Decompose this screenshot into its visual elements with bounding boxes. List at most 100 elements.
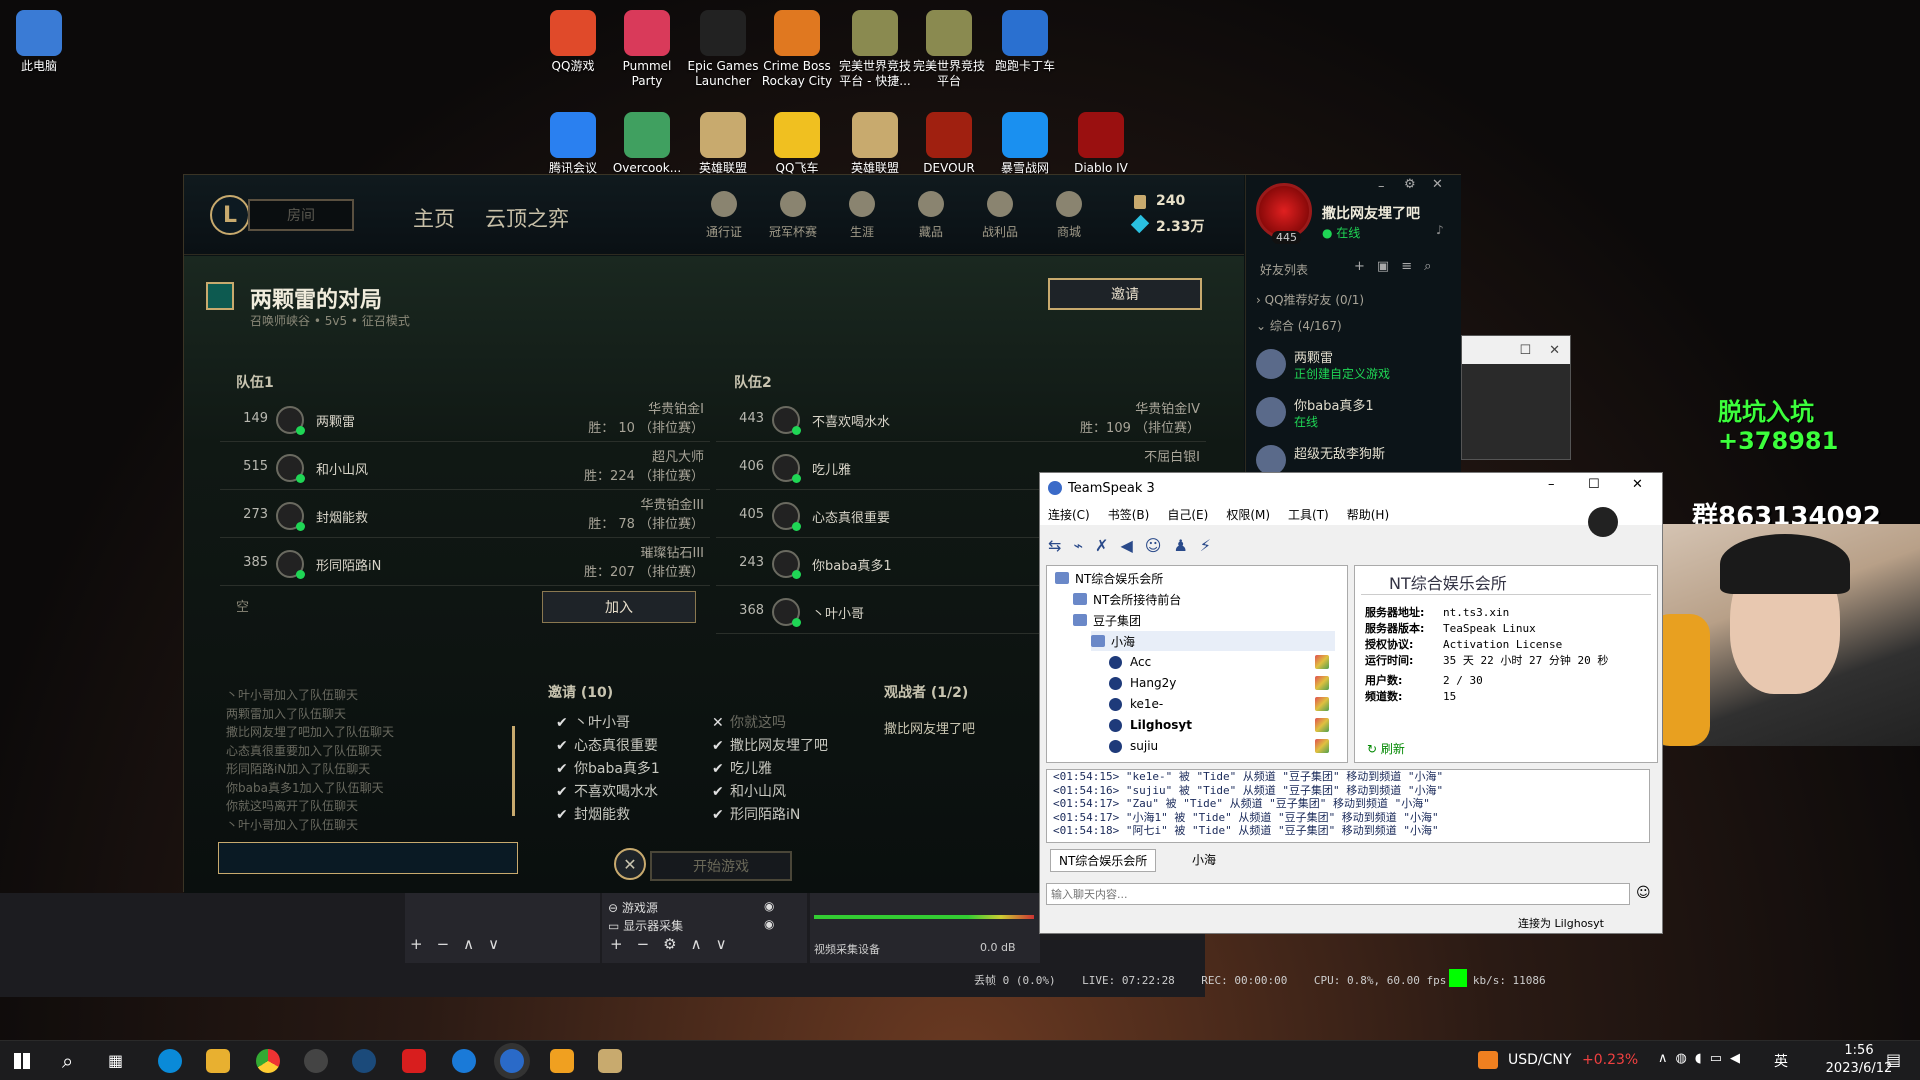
search-icon[interactable]: ⌕ [62, 1049, 73, 1073]
connect-icon[interactable]: ⇆ [1048, 536, 1061, 555]
minimize-icon[interactable]: – [1548, 477, 1555, 492]
friend-item[interactable]: 两颗雷 正创建自定义游戏 [1256, 345, 1452, 391]
tree-server[interactable]: NT综合娱乐会所 [1055, 568, 1335, 588]
mute-speaker-icon[interactable]: ◀ [1120, 536, 1132, 555]
maximize-icon[interactable]: ☐ [1519, 343, 1531, 358]
emoji-icon[interactable]: ☺ [1636, 885, 1651, 901]
minimize-icon[interactable]: – [1378, 179, 1385, 194]
contacts-icon[interactable]: ♟ [1173, 536, 1187, 555]
settings-icon[interactable]: ⚙ [1404, 177, 1416, 192]
teamspeak-task-icon[interactable] [500, 1049, 524, 1073]
player-row[interactable]: 443 不喜欢喝水水 华贵铂金IV 胜：109 （排位赛） [716, 396, 1206, 442]
plugin-icon[interactable]: ⚡ [1200, 536, 1211, 555]
menu-item[interactable]: 帮助(H) [1347, 506, 1389, 523]
join-button[interactable]: 加入 [542, 591, 696, 623]
lol-room-search[interactable]: 房间 [248, 199, 354, 231]
cancel-lobby-button[interactable]: ✕ [614, 848, 646, 880]
edge-icon[interactable] [158, 1049, 182, 1073]
refresh-link[interactable]: ↻ 刷新 [1367, 740, 1405, 757]
desktop-icon[interactable]: Crime Boss Rockay City [758, 10, 836, 89]
nav-profile[interactable]: 生涯 [833, 191, 891, 240]
disconnect-icon[interactable]: ⌁ [1073, 536, 1083, 555]
start-icon[interactable] [14, 1053, 30, 1069]
desktop-icon[interactable]: 英雄联盟 [836, 112, 914, 176]
eye-icon[interactable]: ◉ [764, 899, 774, 913]
desktop-icon[interactable]: QQ飞车 [758, 112, 836, 176]
menu-item[interactable]: 权限(M) [1226, 506, 1270, 523]
nav-trophy[interactable]: 冠军杯赛 [764, 191, 822, 240]
app-icon[interactable] [452, 1049, 476, 1073]
close-icon[interactable]: ✕ [1549, 343, 1560, 358]
lol-logo-icon[interactable]: L [210, 195, 250, 235]
chrome-icon[interactable] [256, 1049, 280, 1073]
menu-item[interactable]: 书签(B) [1108, 506, 1150, 523]
network-icon[interactable]: ◍ [1676, 1051, 1695, 1066]
chat-scrollbar[interactable] [512, 726, 515, 816]
menu-item[interactable]: 连接(C) [1048, 506, 1090, 523]
player-row[interactable]: 515 和小山风 超凡大师 胜：224 （排位赛） [220, 444, 710, 490]
app-icon[interactable] [550, 1049, 574, 1073]
away-icon[interactable]: ☺ [1145, 536, 1162, 555]
desktop-icon[interactable]: Pummel Party [608, 10, 686, 89]
mute-mic-icon[interactable]: ✗ [1095, 536, 1108, 555]
nav-store[interactable]: 商城 [1040, 191, 1098, 240]
nav-collection[interactable]: 藏品 [902, 191, 960, 240]
team-chat-input[interactable] [218, 842, 518, 874]
task-view-icon[interactable]: ▦ [108, 1051, 123, 1070]
friend-group-general[interactable]: ⌄ 综合 (4/167) [1256, 317, 1342, 334]
menu-item[interactable]: 自己(E) [1167, 506, 1208, 523]
desktop-icon[interactable]: 完美世界竞技平台 [910, 10, 988, 89]
close-icon[interactable]: ✕ [1632, 477, 1643, 492]
desktop-icon[interactable]: 腾讯会议 [534, 112, 612, 176]
friend-item[interactable]: 你baba真多1 在线 [1256, 393, 1452, 439]
menu-item[interactable]: 工具(T) [1288, 506, 1329, 523]
ts-tab-server[interactable]: NT综合娱乐会所 [1050, 849, 1157, 872]
netease-icon[interactable] [402, 1049, 426, 1073]
player-row[interactable]: 385 形同陌路iN 璀璨钻石III 胜：207 （排位赛） [220, 540, 710, 586]
desktop-icon[interactable]: 跑跑卡丁车 [986, 10, 1064, 74]
desktop-icon[interactable]: Epic Games Launcher [684, 10, 762, 89]
chevron-up-icon[interactable]: ∧ [1658, 1051, 1676, 1066]
maximize-icon[interactable]: ☐ [1588, 477, 1600, 492]
nav-loot[interactable]: 战利品 [971, 191, 1029, 240]
tree-channel[interactable]: NT会所接待前台 [1073, 589, 1335, 609]
tab-tft[interactable]: 云顶之弈 [485, 203, 569, 233]
tree-channel[interactable]: 豆子集团 [1073, 610, 1335, 630]
nav-pass[interactable]: 通行证 [695, 191, 753, 240]
steam-icon[interactable] [352, 1049, 376, 1073]
desktop-icon[interactable]: DEVOUR [910, 112, 988, 176]
source-item[interactable]: ⊖ 游戏源 [608, 899, 658, 916]
volume-icon[interactable]: ◀ [1730, 1051, 1748, 1066]
ts-tab-channel[interactable]: 小海 [1184, 849, 1224, 870]
display-icon[interactable]: ▭ [1710, 1051, 1730, 1066]
tree-channel[interactable]: 小海 [1091, 631, 1335, 651]
obs-icon[interactable] [304, 1049, 328, 1073]
source-item[interactable]: ▭ 显示器采集 [608, 917, 683, 934]
player-row[interactable]: 273 封烟能救 华贵铂金III 胜： 78 （排位赛） [220, 492, 710, 538]
lol-task-icon[interactable] [598, 1049, 622, 1073]
invite-button[interactable]: 邀请 [1048, 278, 1202, 310]
friend-group-qq[interactable]: › QQ推荐好友 (0/1) [1256, 291, 1364, 308]
desktop-icon[interactable]: QQ游戏 [534, 10, 612, 74]
add-friend-icon[interactable]: + [1354, 259, 1377, 274]
tree-user[interactable]: sujiu [1109, 736, 1335, 756]
desktop-icon[interactable]: 完美世界竞技平台 - 快捷... [836, 10, 914, 89]
obs-scene-controls[interactable]: +−∧∨ [410, 935, 513, 953]
obs-source-controls[interactable]: +−⚙∧∨ [610, 935, 741, 953]
tab-home[interactable]: 主页 [413, 203, 455, 233]
ts-chat-input[interactable] [1046, 883, 1630, 905]
bell-icon[interactable]: ♪ [1436, 223, 1444, 237]
folder-icon[interactable]: ▣ [1377, 259, 1401, 274]
desktop-icon[interactable]: Overcook... [608, 112, 686, 176]
tray-icons[interactable]: ∧◍◖▭◀ [1658, 1051, 1748, 1066]
list-icon[interactable]: ≡ [1401, 259, 1424, 274]
start-game-button[interactable]: 开始游戏 [650, 851, 792, 881]
close-icon[interactable]: ✕ [1432, 177, 1443, 192]
tree-user[interactable]: ke1e- [1109, 694, 1335, 714]
eye-icon[interactable]: ◉ [764, 917, 774, 931]
desktop-icon[interactable]: 暴雪战网 [986, 112, 1064, 176]
mic-icon[interactable]: ◖ [1695, 1051, 1710, 1066]
player-row[interactable]: 149 两颗雷 华贵铂金I 胜： 10 （排位赛） [220, 396, 710, 442]
tree-user[interactable]: Hang2y [1109, 673, 1335, 693]
ime-indicator[interactable]: 英 [1774, 1051, 1788, 1071]
